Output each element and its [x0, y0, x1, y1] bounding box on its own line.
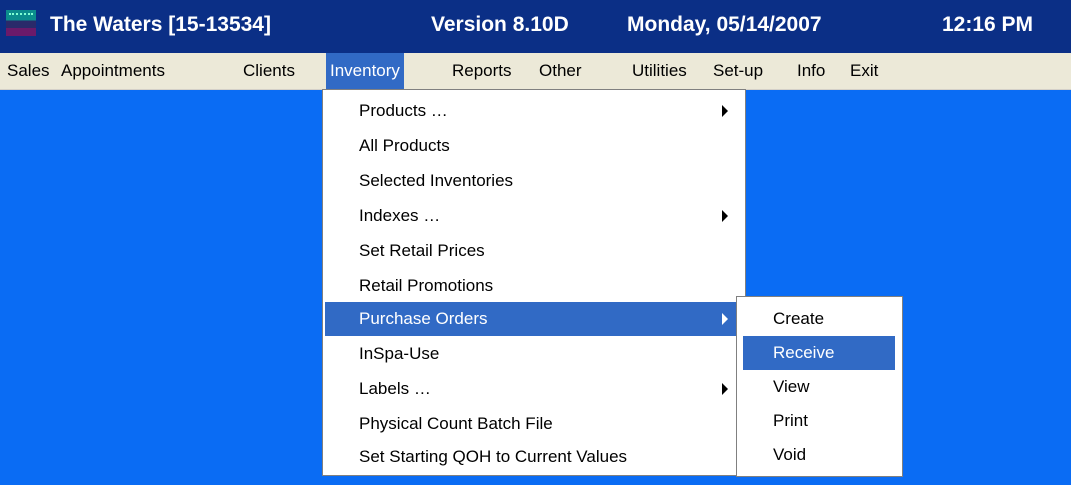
menu-item-label: Set Starting QOH to Current Values — [359, 447, 628, 466]
menu-item-label: All Products — [359, 136, 450, 155]
menu-utilities[interactable]: Utilities — [632, 53, 687, 89]
menu-item-labels[interactable]: Labels … — [325, 372, 742, 406]
time-label: 12:16 PM — [942, 13, 1034, 36]
menu-item-label: Void — [773, 445, 807, 464]
menu-other[interactable]: Other — [539, 53, 582, 89]
menu-item-label: Create — [773, 309, 825, 328]
submenu-arrow-icon — [722, 105, 728, 117]
menu-bar: Sales Appointments Clients Inventory Rep… — [0, 53, 1071, 90]
menu-item-purchase-orders[interactable]: Purchase Orders — [325, 302, 742, 336]
version-label: Version 8.10D — [431, 13, 569, 36]
menu-item-label: Indexes … — [359, 206, 441, 225]
menu-item-retail-promotions[interactable]: Retail Promotions — [325, 269, 742, 303]
menu-item-label: Purchase Orders — [359, 309, 488, 328]
menu-item-label: Physical Count Batch File — [359, 414, 553, 433]
menu-sales[interactable]: Sales — [7, 53, 50, 89]
purchase-orders-submenu: Create Receive View Print Void — [736, 296, 903, 477]
menu-item-products[interactable]: Products … — [325, 94, 742, 128]
menu-info[interactable]: Info — [797, 53, 825, 89]
menu-item-label: Products … — [359, 101, 448, 120]
app-icon[interactable] — [6, 10, 36, 36]
submenu-item-void[interactable]: Void — [743, 438, 895, 472]
app-title: The Waters [15-13534] — [50, 13, 271, 36]
submenu-item-view[interactable]: View — [743, 370, 895, 404]
menu-inventory[interactable]: Inventory — [326, 53, 404, 89]
menu-item-label: Receive — [773, 343, 835, 362]
menu-item-set-starting-qoh[interactable]: Set Starting QOH to Current Values — [325, 440, 742, 474]
inventory-dropdown: Products … All Products Selected Invento… — [322, 89, 746, 476]
title-bar: The Waters [15-13534] Version 8.10D Mond… — [0, 0, 1071, 53]
menu-item-physical-count-batch-file[interactable]: Physical Count Batch File — [325, 407, 742, 441]
menu-item-set-retail-prices[interactable]: Set Retail Prices — [325, 234, 742, 268]
menu-reports[interactable]: Reports — [452, 53, 512, 89]
menu-appointments[interactable]: Appointments — [61, 53, 165, 89]
menu-item-label: Set Retail Prices — [359, 241, 485, 260]
menu-exit[interactable]: Exit — [850, 53, 878, 89]
menu-item-inspa-use[interactable]: InSpa-Use — [325, 337, 742, 371]
menu-item-label: InSpa-Use — [359, 344, 440, 363]
submenu-item-print[interactable]: Print — [743, 404, 895, 438]
submenu-arrow-icon — [722, 383, 728, 395]
menu-item-label: Retail Promotions — [359, 276, 494, 295]
submenu-arrow-icon — [722, 313, 728, 325]
date-label: Monday, 05/14/2007 — [627, 13, 822, 36]
submenu-arrow-icon — [722, 210, 728, 222]
menu-item-label: Selected Inventories — [359, 171, 514, 190]
menu-item-label: Labels … — [359, 379, 431, 398]
submenu-item-create[interactable]: Create — [743, 302, 895, 336]
menu-item-selected-inventories[interactable]: Selected Inventories — [325, 164, 742, 198]
menu-item-label: Print — [773, 411, 808, 430]
menu-item-indexes[interactable]: Indexes … — [325, 199, 742, 233]
menu-clients[interactable]: Clients — [243, 53, 295, 89]
submenu-item-receive[interactable]: Receive — [743, 336, 895, 370]
menu-item-all-products[interactable]: All Products — [325, 129, 742, 163]
menu-setup[interactable]: Set-up — [713, 53, 763, 89]
menu-item-label: View — [773, 377, 810, 396]
